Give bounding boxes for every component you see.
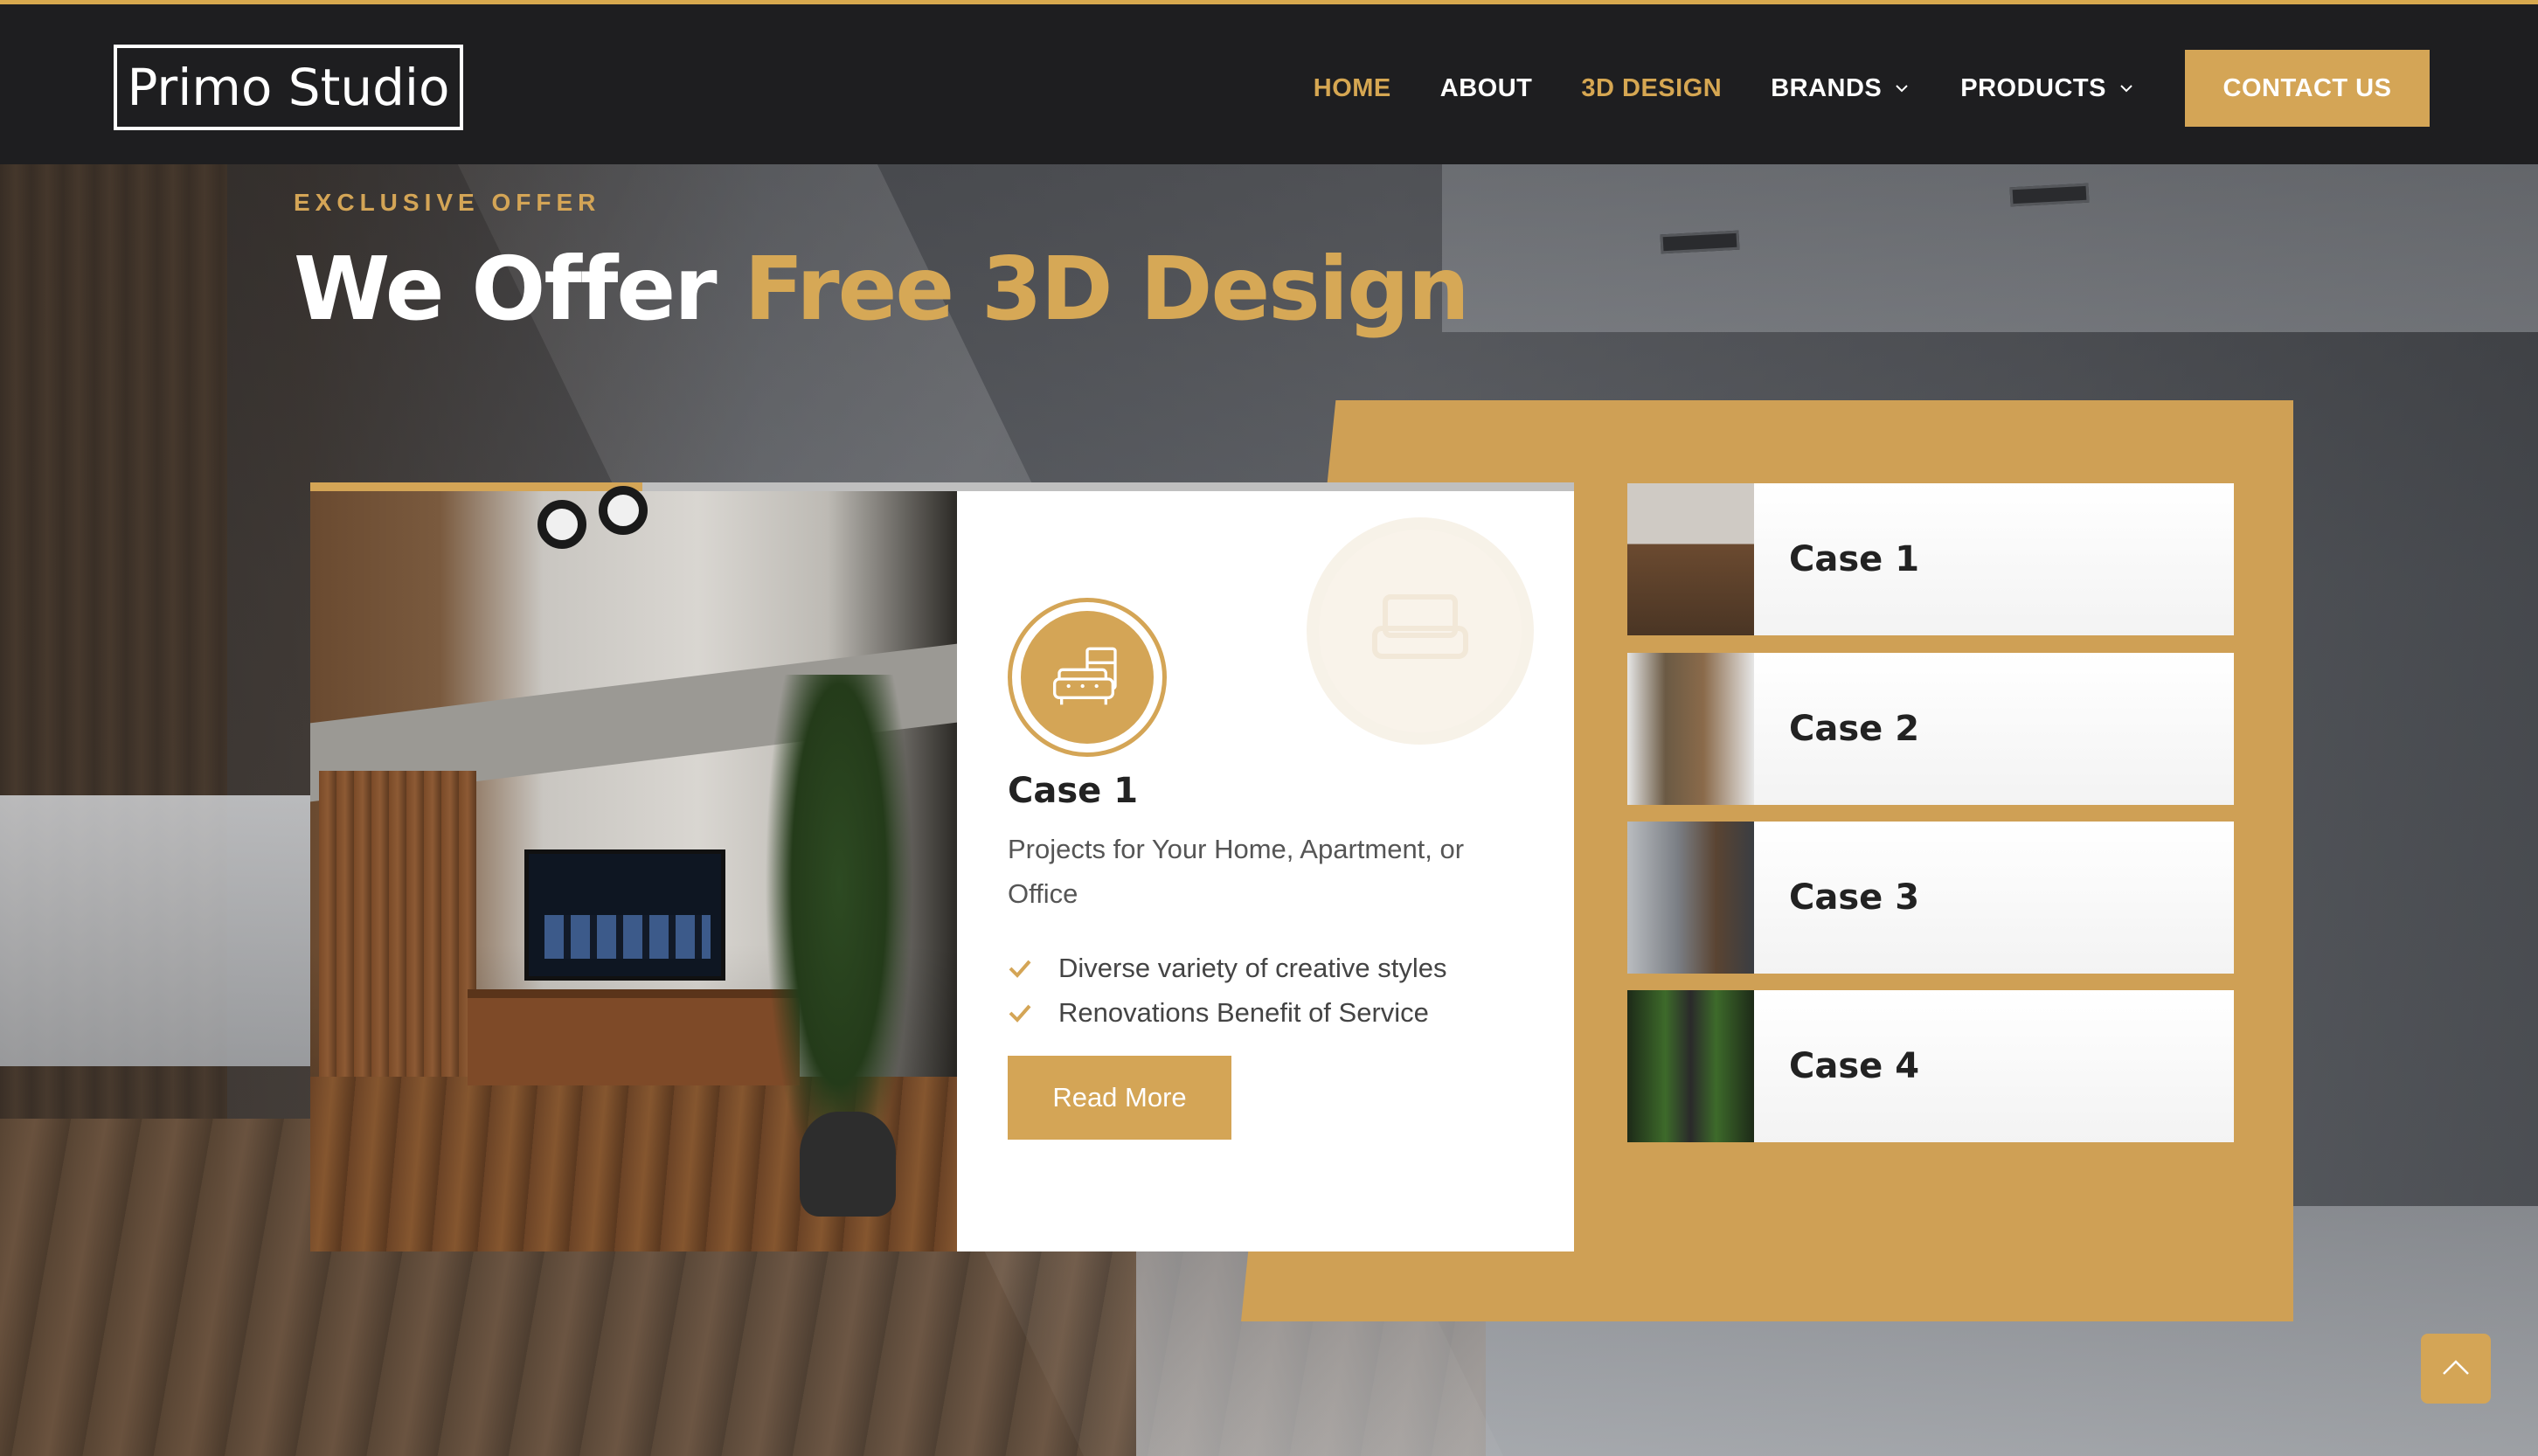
headline-white: We Offer — [294, 238, 745, 340]
nav-products[interactable]: PRODUCTS — [1960, 74, 2136, 103]
scroll-top-button[interactable] — [2421, 1334, 2491, 1404]
case-label: Case 3 — [1789, 877, 1920, 918]
render-lamp — [599, 486, 648, 535]
feature-icon-bg — [1021, 611, 1154, 744]
sofa-watermark-icon — [1307, 517, 1534, 745]
check-icon — [1009, 960, 1031, 978]
nav-brands-label: BRANDS — [1771, 73, 1883, 102]
feature-bullet-text: Renovations Benefit of Service — [1058, 996, 1429, 1028]
image-gray-bar — [642, 482, 957, 491]
ceiling-light — [2009, 183, 2090, 207]
feature-bullet-text: Diverse variety of creative styles — [1058, 952, 1447, 983]
case-item-1[interactable]: Case 1 — [1627, 483, 2234, 635]
case-item-4[interactable]: Case 4 — [1627, 990, 2234, 1142]
render-tv — [524, 849, 725, 981]
sofa-icon — [1053, 647, 1117, 705]
case-thumbnail — [1627, 990, 1754, 1142]
feature-bullet: Diverse variety of creative styles — [1008, 946, 1446, 990]
case-item-3[interactable]: Case 3 — [1627, 822, 2234, 974]
case-thumbnail — [1627, 822, 1754, 974]
case-label: Case 4 — [1789, 1046, 1920, 1086]
feature-bullet: Renovations Benefit of Service — [1008, 990, 1446, 1035]
check-icon — [1009, 1004, 1031, 1023]
feature-icon-ring — [1008, 598, 1167, 757]
feature-image — [310, 482, 957, 1251]
section-headline: We Offer Free 3D Design — [294, 238, 1470, 340]
section-eyebrow: EXCLUSIVE OFFER — [294, 189, 601, 216]
render-lamp — [537, 500, 586, 549]
nav-about[interactable]: ABOUT — [1440, 74, 1533, 103]
nav-brands[interactable]: BRANDS — [1771, 74, 1911, 103]
headline-gold: Free 3D Design — [744, 238, 1469, 340]
case-thumbnail — [1627, 653, 1754, 805]
feature-bullets: Diverse variety of creative styles Renov… — [1008, 946, 1446, 1035]
chevron-down-icon — [1896, 85, 1908, 93]
render-pot — [800, 1112, 896, 1217]
chevron-up-icon — [2443, 1360, 2469, 1375]
case-thumbnail — [1627, 483, 1754, 635]
nav-3d-design[interactable]: 3D DESIGN — [1581, 74, 1722, 103]
feature-description: Projects for Your Home, Apartment, or Of… — [1008, 834, 1465, 909]
ceiling-light — [1660, 230, 1740, 254]
logo[interactable]: Primo Studio — [114, 45, 463, 130]
site-header: Primo Studio HOME ABOUT 3D DESIGN BRANDS… — [0, 0, 2538, 164]
sofa-icon — [1372, 594, 1468, 659]
render-console — [468, 989, 800, 1085]
main-nav: HOME ABOUT 3D DESIGN BRANDS PRODUCTS CON… — [1314, 50, 2430, 127]
contact-us-button[interactable]: CONTACT US — [2185, 50, 2430, 127]
case-item-2[interactable]: Case 2 — [1627, 653, 2234, 805]
image-accent-bar — [310, 482, 642, 491]
nav-home[interactable]: HOME — [1314, 74, 1391, 103]
feature-title: Case 1 — [1008, 771, 1139, 811]
case-label: Case 1 — [1789, 539, 1920, 579]
read-more-button[interactable]: Read More — [1008, 1056, 1231, 1140]
nav-products-label: PRODUCTS — [1960, 73, 2106, 102]
chevron-down-icon — [2120, 85, 2132, 93]
case-label: Case 2 — [1789, 709, 1920, 749]
background-ceiling — [1442, 157, 2538, 332]
feature-card: Case 1 Projects for Your Home, Apartment… — [957, 482, 1574, 1251]
